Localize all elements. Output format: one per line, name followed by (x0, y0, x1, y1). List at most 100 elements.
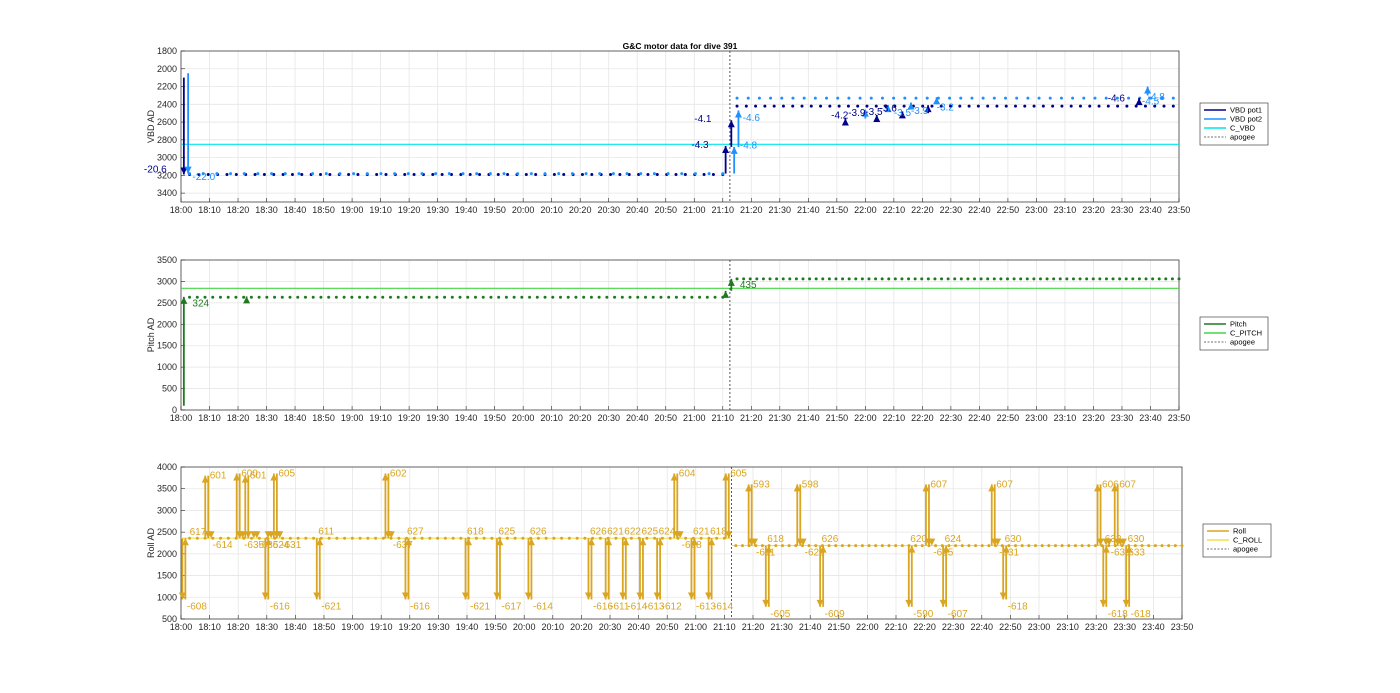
x-tick-label: 23:30 (1114, 622, 1137, 632)
x-tick-label: 20:10 (542, 622, 565, 632)
x-tick-label: 23:30 (1111, 413, 1134, 423)
y-tick-label: 2200 (157, 82, 177, 92)
data-point (211, 295, 215, 299)
data-point (1047, 544, 1051, 548)
roll-swing-label: 602 (390, 469, 407, 480)
data-point (566, 295, 570, 299)
roll-swing-label: -605 (770, 609, 790, 620)
roll-swing-label: 604 (679, 469, 696, 480)
y-axis-label: VBD AD (146, 109, 156, 143)
y-tick-label: 1000 (157, 362, 177, 372)
data-point (1137, 277, 1141, 281)
x-tick-label: 18:50 (313, 622, 336, 632)
roll-swing-label: 598 (802, 479, 819, 490)
legend-entry: apogee (1230, 338, 1255, 347)
data-point (840, 544, 844, 548)
data-point (403, 172, 407, 176)
data-label: 611 (318, 526, 334, 537)
data-point (802, 96, 806, 100)
data-label: 632 (1105, 534, 1122, 545)
data-point (567, 536, 571, 540)
roll-swing-label: -607 (948, 609, 968, 620)
x-tick-label: 19:30 (426, 413, 449, 423)
x-tick-label: 23:00 (1025, 413, 1048, 423)
data-label: -4.1 (694, 114, 712, 125)
plot-area (181, 260, 1179, 410)
data-point (1160, 544, 1164, 548)
data-point (334, 295, 338, 299)
data-point (440, 172, 444, 176)
figure-title: G&C motor data for dive 391 (623, 41, 738, 51)
x-tick-label: 18:00 (170, 205, 193, 215)
data-point (880, 544, 884, 548)
x-tick-label: 18:50 (312, 205, 335, 215)
data-point (273, 295, 277, 299)
data-point (1032, 277, 1036, 281)
data-point (447, 172, 451, 176)
data-point (1071, 277, 1075, 281)
x-tick-label: 23:50 (1168, 413, 1191, 423)
data-point (847, 544, 851, 548)
data-point (926, 277, 930, 281)
data-point (381, 295, 385, 299)
data-point (1162, 104, 1166, 108)
data-point (420, 172, 424, 176)
y-tick-label: 2400 (157, 99, 177, 109)
data-point (837, 104, 841, 108)
x-tick-label: 21:10 (712, 205, 735, 215)
x-tick-label: 21:40 (797, 413, 820, 423)
x-tick-label: 22:00 (856, 622, 879, 632)
data-point (580, 172, 584, 176)
x-tick-label: 20:30 (597, 205, 620, 215)
data-label: -20.6 (144, 165, 167, 176)
legend: RollC_ROLLapogee (1202, 523, 1272, 558)
x-tick-label: 18:40 (284, 622, 307, 632)
data-point (781, 277, 785, 281)
data-point (682, 295, 686, 299)
data-point (343, 536, 347, 540)
data-point (434, 172, 438, 176)
roll-swing-label: -609 (825, 609, 845, 620)
data-point (1032, 104, 1036, 108)
data-point (1078, 104, 1082, 108)
data-point (948, 96, 952, 100)
data-point (443, 536, 447, 540)
x-tick-label: 20:10 (540, 413, 563, 423)
data-point (825, 96, 829, 100)
x-tick-label: 23:40 (1139, 413, 1162, 423)
x-tick-label: 23:00 (1025, 205, 1048, 215)
data-point (940, 277, 944, 281)
x-tick-label: 20:50 (654, 205, 677, 215)
legend: PitchC_PITCHapogee (1199, 316, 1269, 351)
data-point (970, 96, 974, 100)
x-tick-label: 20:40 (626, 205, 649, 215)
x-tick-label: 22:30 (942, 622, 965, 632)
data-point (528, 295, 532, 299)
x-tick-label: 23:10 (1054, 413, 1077, 423)
data-point (860, 277, 864, 281)
roll-swing-label: 605 (730, 469, 747, 480)
data-point (1180, 544, 1184, 548)
data-point (226, 295, 230, 299)
data-point (366, 536, 370, 540)
data-point (303, 295, 307, 299)
data-point (828, 104, 832, 108)
roll-swing-label: -616 (410, 601, 430, 612)
y-tick-label: 3000 (157, 276, 177, 286)
x-tick-label: 20:00 (513, 622, 536, 632)
x-tick-label: 21:00 (685, 622, 708, 632)
data-point (1073, 544, 1077, 548)
data-point (1127, 96, 1131, 100)
x-tick-label: 19:20 (398, 205, 421, 215)
data-point (1104, 277, 1108, 281)
x-tick-label: 18:20 (227, 205, 250, 215)
roll-swing-label: -614 (533, 601, 553, 612)
data-point (478, 172, 482, 176)
y-tick-label: 2000 (157, 549, 177, 559)
data-point (1082, 96, 1086, 100)
data-point (458, 295, 462, 299)
data-point (834, 277, 838, 281)
data-point (967, 104, 971, 108)
data-point (1093, 544, 1097, 548)
x-tick-label: 18:30 (255, 205, 278, 215)
